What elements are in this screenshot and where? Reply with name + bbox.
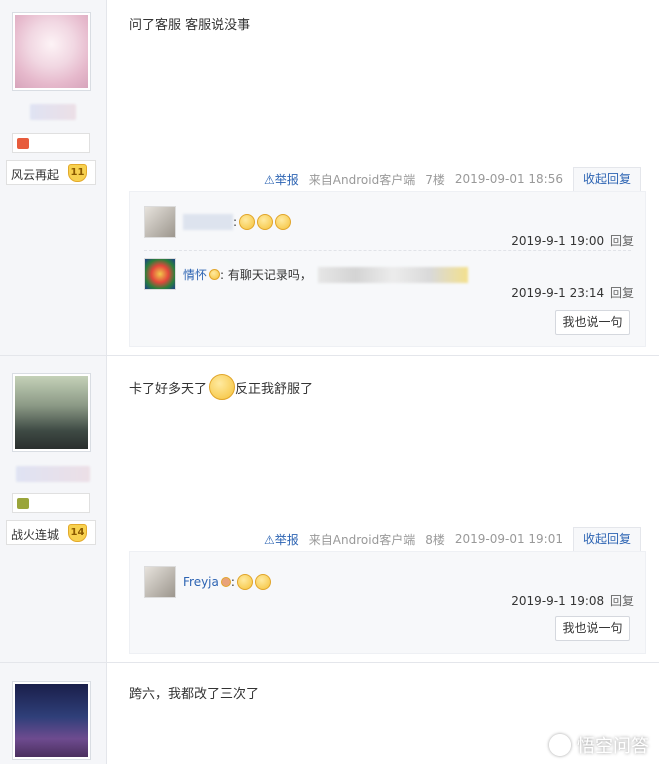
reply-item: Freyja : 2019-9-1 19:08 回复: [144, 566, 634, 608]
reply-button[interactable]: 回复: [610, 234, 634, 248]
post-floor-7: 风云再起 11 问了客服 客服说没事 ⚠举报 来自Android客户端 7楼 2…: [0, 0, 659, 356]
smiley-icon: [254, 574, 271, 590]
username-blurred[interactable]: [16, 466, 90, 482]
reply-item: 情怀 : 有聊天记录吗， 2019-9-1 23:14 回复: [144, 258, 634, 300]
redacted-text: [317, 266, 468, 283]
post-meta: ⚠举报 来自Android客户端 7楼 2019-09-01 18:56 收起回…: [264, 167, 641, 191]
smiley-icon: [239, 214, 256, 230]
warning-icon: ⚠: [264, 172, 275, 187]
level-title: 风云再起: [11, 168, 60, 182]
reply-time: 2019-9-1 19:08: [511, 594, 605, 608]
report-link[interactable]: ⚠举报: [264, 531, 299, 548]
reply-text: : 有聊天记录吗，: [220, 268, 312, 282]
avatar[interactable]: [12, 681, 91, 760]
smiley-icon: [236, 574, 253, 590]
smiley-icon: [209, 269, 221, 280]
reply-list: Freyja : 2019-9-1 19:08 回复 我也说一句: [129, 551, 646, 654]
post-time: 2019-09-01 19:01: [454, 532, 563, 546]
post-content: 卡了好多天了 反正我舒服了: [129, 374, 313, 400]
reply-text: :: [233, 215, 238, 229]
collapse-replies-button[interactable]: 收起回复: [572, 527, 641, 551]
watermark-logo-icon: [549, 734, 571, 756]
level-badge-icon: 14: [68, 524, 87, 542]
collapse-replies-button[interactable]: 收起回复: [572, 167, 641, 191]
post-source: 来自Android客户端: [308, 532, 416, 547]
smiley-icon: [275, 214, 292, 230]
reply-list: : 2019-9-1 19:00 回复 情怀 : 有聊天记录吗， 2019-9-…: [129, 191, 646, 347]
reply-username[interactable]: 情怀: [183, 266, 207, 283]
level-badge: 战火连城 14: [6, 520, 96, 545]
reply-text: :: [230, 575, 235, 589]
username-blurred[interactable]: [30, 104, 76, 120]
say-something-button[interactable]: 我也说一句: [555, 616, 630, 641]
user-sidebar: [0, 663, 107, 764]
post-text: 反正我舒服了: [235, 381, 314, 397]
post-source: 来自Android客户端: [308, 172, 416, 187]
level-badge-icon: 11: [68, 164, 87, 182]
watermark: 悟空问答: [549, 732, 649, 758]
user-sidebar: 风云再起 11: [0, 0, 107, 355]
reply-avatar[interactable]: [144, 566, 176, 598]
post-floor: 7楼: [425, 172, 445, 187]
say-something-button[interactable]: 我也说一句: [555, 310, 630, 335]
user-sidebar: 战火连城 14: [0, 356, 107, 662]
reply-button[interactable]: 回复: [610, 594, 634, 608]
reply-time: 2019-9-1 19:00: [511, 234, 605, 248]
report-link[interactable]: ⚠举报: [264, 171, 299, 188]
post-text: 卡了好多天了: [129, 381, 208, 397]
reply-time: 2019-9-1 23:14: [511, 286, 605, 300]
reply-divider: [144, 250, 631, 251]
reply-username[interactable]: Freyja: [183, 575, 219, 589]
reply-avatar[interactable]: [144, 206, 176, 238]
reply-button[interactable]: 回复: [610, 286, 634, 300]
smiley-icon: [220, 577, 231, 587]
smiley-icon: [257, 214, 274, 230]
post-floor: 8楼: [425, 532, 445, 547]
fan-badge: [12, 133, 90, 153]
fan-badge: [12, 493, 90, 513]
level-title: 战火连城: [11, 528, 60, 542]
reply-item: : 2019-9-1 19:00 回复: [144, 206, 634, 248]
post-time: 2019-09-01 18:56: [454, 172, 563, 186]
post-meta: ⚠举报 来自Android客户端 8楼 2019-09-01 19:01 收起回…: [264, 527, 641, 551]
reply-avatar[interactable]: [144, 258, 176, 290]
post-content: 跨六，我都改了三次了: [129, 687, 260, 702]
post-content: 问了客服 客服说没事: [129, 18, 251, 33]
warning-icon: ⚠: [264, 532, 275, 547]
smiley-icon: [209, 374, 236, 400]
avatar[interactable]: [12, 373, 91, 452]
avatar[interactable]: [12, 12, 91, 91]
watermark-text: 悟空问答: [577, 736, 649, 757]
post-floor-8: 战火连城 14 卡了好多天了 反正我舒服了 ⚠举报 来自Android客户端 8…: [0, 356, 659, 663]
reply-username-blurred[interactable]: [183, 214, 233, 230]
level-badge: 风云再起 11: [6, 160, 96, 185]
